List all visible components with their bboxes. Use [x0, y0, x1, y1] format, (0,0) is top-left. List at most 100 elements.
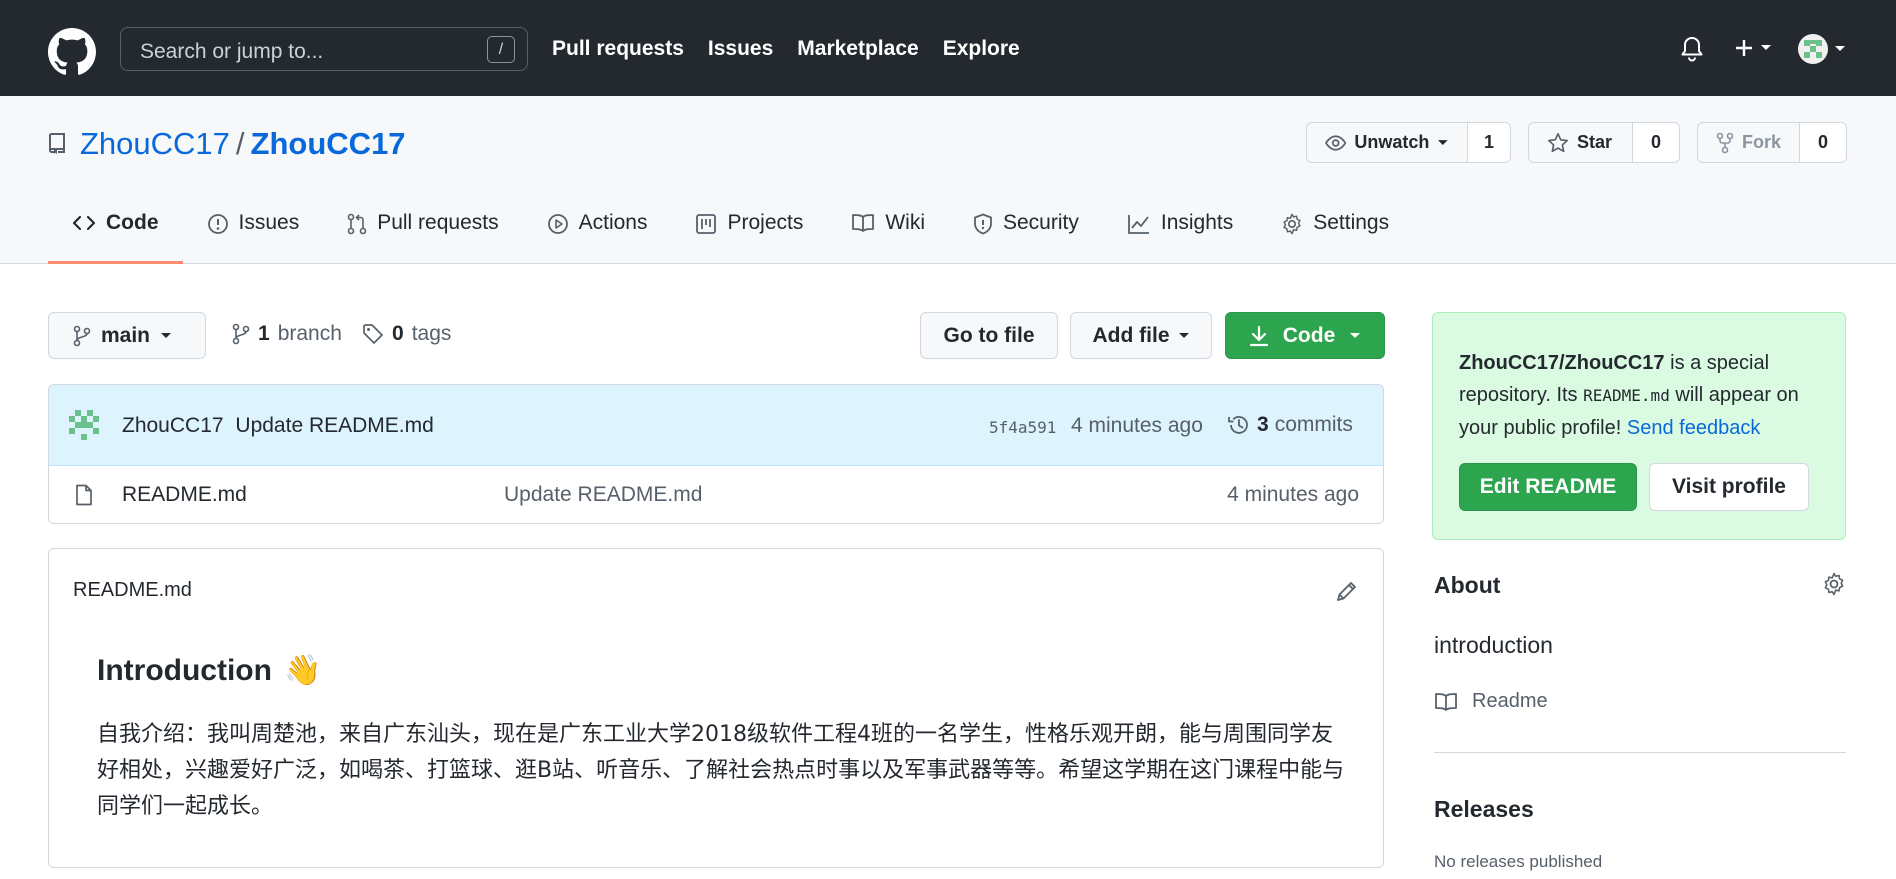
- download-icon: [1249, 325, 1268, 346]
- tab-settings[interactable]: Settings: [1257, 201, 1413, 264]
- tab-issues[interactable]: Issues: [183, 201, 324, 264]
- history-icon: [1228, 416, 1248, 434]
- special-repo-path: ZhouCC17/ZhouCC17: [1459, 352, 1665, 374]
- global-nav: Pull requests Issues Marketplace Explore: [552, 37, 1020, 61]
- readme-panel: README.md Introduction 👋 自我介绍：我叫周楚池，来自广东…: [48, 548, 1384, 868]
- caret-down-icon: [1761, 45, 1771, 50]
- project-icon: [696, 214, 717, 234]
- caret-down-icon: [161, 332, 172, 338]
- watch-button-group: Unwatch 1: [1306, 122, 1511, 163]
- commit-message: ZhouCC17 Update README.md: [122, 414, 434, 438]
- fork-label: Fork: [1741, 132, 1781, 152]
- create-new-menu[interactable]: [1734, 38, 1772, 58]
- commits-history-link[interactable]: 3 commits: [1227, 413, 1353, 437]
- nav-issues[interactable]: Issues: [708, 37, 773, 61]
- nav-pull-requests[interactable]: Pull requests: [552, 37, 684, 61]
- search-input[interactable]: Search or jump to... /: [120, 27, 528, 71]
- fork-icon: [1716, 132, 1734, 153]
- tag-icon: [363, 324, 383, 344]
- tab-pull-requests[interactable]: Pull requests: [323, 201, 522, 264]
- avatar[interactable]: [69, 410, 99, 440]
- caret-down-icon: [1438, 139, 1449, 145]
- add-file-button[interactable]: Add file: [1070, 312, 1212, 359]
- branch-select-button[interactable]: main: [48, 312, 206, 359]
- unwatch-button[interactable]: Unwatch: [1307, 123, 1468, 162]
- tags-link[interactable]: 0 tags: [362, 322, 451, 346]
- tab-wiki[interactable]: Wiki: [827, 201, 949, 264]
- stars-count[interactable]: 0: [1633, 123, 1679, 162]
- nav-explore[interactable]: Explore: [943, 37, 1020, 61]
- repo-icon: [49, 133, 65, 154]
- star-label: Star: [1577, 132, 1613, 152]
- releases-heading[interactable]: Releases: [1434, 796, 1534, 823]
- branches-link[interactable]: 1 branch: [232, 322, 342, 346]
- readme-filename[interactable]: README.md: [73, 579, 192, 602]
- tab-label: Wiki: [885, 211, 925, 234]
- about-description: introduction: [1434, 632, 1553, 658]
- tab-label: Issues: [238, 211, 300, 234]
- tab-insights[interactable]: Insights: [1103, 201, 1257, 264]
- edit-readme-button[interactable]: Edit README: [1459, 463, 1637, 511]
- file-icon: [76, 484, 92, 506]
- releases-empty-text: No releases published: [1434, 852, 1603, 871]
- branch-count: 1: [258, 322, 270, 345]
- gear-icon[interactable]: [1822, 572, 1846, 596]
- commit-message-link[interactable]: Update README.md: [235, 414, 433, 437]
- file-commit-time: 4 minutes ago: [1227, 483, 1359, 506]
- forks-count[interactable]: 0: [1800, 123, 1846, 162]
- tab-projects[interactable]: Projects: [671, 201, 827, 264]
- tab-label: Code: [106, 211, 159, 234]
- file-commit-message-link[interactable]: Update README.md: [504, 483, 702, 507]
- github-logo-icon[interactable]: [48, 28, 96, 76]
- tab-actions[interactable]: Actions: [523, 201, 672, 264]
- star-button-group: Star 0: [1528, 122, 1680, 163]
- latest-commit-row: ZhouCC17 Update README.md 5f4a591 4 minu…: [49, 385, 1383, 466]
- book-icon: [852, 214, 875, 232]
- watchers-count[interactable]: 1: [1468, 123, 1510, 162]
- table-row[interactable]: README.md Update README.md 4 minutes ago: [49, 466, 1383, 523]
- tab-code[interactable]: Code: [48, 201, 183, 264]
- code-download-button[interactable]: Code: [1225, 312, 1385, 359]
- avatar: [1798, 34, 1828, 64]
- readme-body: 自我介绍：我叫周楚池，来自广东汕头，现在是广东工业大学2018级软件工程4班的一…: [97, 722, 1345, 819]
- user-menu[interactable]: [1798, 34, 1846, 64]
- gear-icon: [1283, 213, 1301, 235]
- add-file-label: Add file: [1092, 323, 1170, 347]
- global-header: Search or jump to... / Pull requests Iss…: [0, 0, 1896, 96]
- commit-count-label: commits: [1274, 413, 1353, 436]
- repo-title: ZhouCC17 / ZhouCC17: [48, 126, 406, 162]
- graph-icon: [1127, 215, 1149, 234]
- sidebar-divider: [1434, 752, 1846, 753]
- special-code: README.md: [1583, 386, 1670, 405]
- shield-icon: [974, 213, 992, 235]
- code-download-label: Code: [1282, 323, 1336, 347]
- repo-owner-link[interactable]: ZhouCC17: [80, 126, 230, 162]
- notifications-bell-icon[interactable]: [1680, 36, 1704, 62]
- file-name-link[interactable]: README.md: [122, 483, 247, 507]
- pencil-icon[interactable]: [1335, 579, 1359, 603]
- fork-button[interactable]: Fork: [1698, 123, 1800, 162]
- repo-name-link[interactable]: ZhouCC17: [251, 126, 406, 162]
- visit-profile-button[interactable]: Visit profile: [1649, 463, 1809, 511]
- commit-time: 4 minutes ago: [1071, 414, 1203, 437]
- branch-icon: [232, 323, 250, 345]
- go-to-file-button[interactable]: Go to file: [920, 312, 1058, 359]
- about-readme-link[interactable]: Readme: [1434, 690, 1548, 713]
- commit-author-link[interactable]: ZhouCC17: [122, 414, 224, 437]
- tag-count: 0: [392, 322, 404, 345]
- unwatch-label: Unwatch: [1354, 132, 1430, 152]
- tab-security[interactable]: Security: [949, 201, 1103, 264]
- caret-down-icon: [1835, 46, 1845, 51]
- repo-tabs: Code Issues Pull requests Actions Projec…: [48, 201, 1413, 264]
- commit-hash-link[interactable]: 5f4a591: [989, 418, 1056, 437]
- special-repo-notice: ZhouCC17/ZhouCC17 is a special repositor…: [1432, 312, 1846, 540]
- send-feedback-link[interactable]: Send feedback: [1627, 417, 1760, 439]
- branch-icon: [73, 325, 91, 346]
- caret-down-icon: [1350, 332, 1361, 338]
- search-placeholder: Search or jump to...: [140, 40, 324, 63]
- star-button[interactable]: Star: [1529, 123, 1633, 162]
- nav-marketplace[interactable]: Marketplace: [797, 37, 918, 61]
- issue-icon: [207, 214, 228, 234]
- code-icon: [72, 215, 96, 231]
- go-to-file-label: Go to file: [943, 323, 1035, 347]
